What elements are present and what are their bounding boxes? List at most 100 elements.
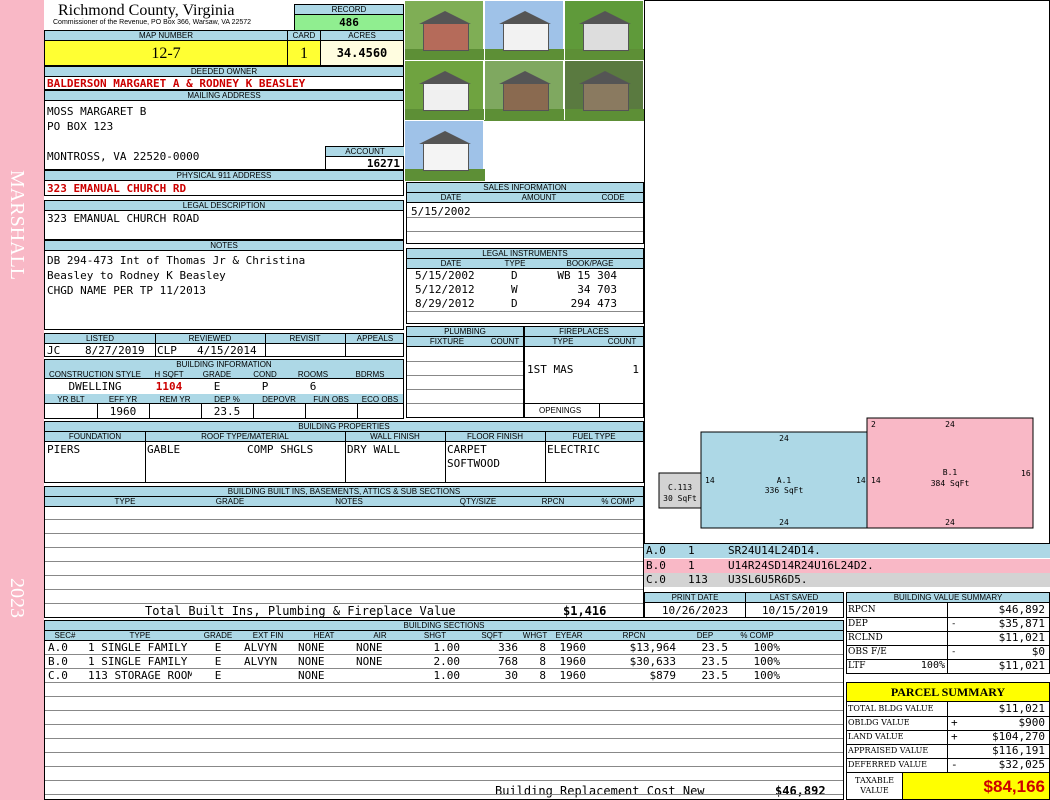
section-cell: $879 bbox=[649, 669, 677, 682]
sketch-b-name: B.1 bbox=[943, 468, 958, 477]
li-col-date: DATE bbox=[440, 259, 462, 268]
prop-col-fuel: FUEL TYPE bbox=[572, 432, 616, 441]
photo-roof bbox=[579, 71, 631, 84]
photo-roof bbox=[419, 71, 471, 84]
map-number-row: MAP NUMBER 12-7 CARD 1 ACRES 34.4560 bbox=[44, 30, 404, 66]
fireplaces-label: FIREPLACES bbox=[525, 327, 643, 337]
sketch-code-num: 1 bbox=[688, 544, 695, 557]
photo bbox=[484, 60, 565, 121]
parcel-divider bbox=[947, 744, 948, 758]
properties-label: BUILDING PROPERTIES bbox=[45, 422, 643, 432]
section-cell: 100% bbox=[753, 669, 781, 682]
section-cell: 23.5 bbox=[701, 641, 729, 654]
bi-col-type: TYPE bbox=[114, 497, 136, 506]
li-type: D bbox=[511, 269, 518, 282]
sketch-c-area: 30 SqFt bbox=[663, 494, 697, 503]
section-cell: 768 bbox=[498, 655, 518, 668]
sketch-area: C.113 30 SqFt A.1 336 SqFt 24 24 14 14 B… bbox=[644, 0, 1050, 544]
section-cell: 8 bbox=[539, 669, 546, 682]
sec-col-0: SEC# bbox=[54, 631, 76, 640]
sec-col-2: GRADE bbox=[203, 631, 233, 640]
section-cell: $13,964 bbox=[629, 641, 676, 654]
bi-header2-2: REM YR bbox=[159, 395, 191, 404]
fireplace-count: 1 bbox=[632, 363, 639, 376]
bi-header-4: ROOMS bbox=[297, 370, 329, 379]
parcel-value: $104,270 bbox=[992, 730, 1045, 743]
mailing-line-1: MOSS MARGARET B bbox=[47, 105, 147, 118]
section-cell: ALVYN bbox=[244, 655, 278, 668]
vs-divider bbox=[947, 645, 948, 659]
parcel-row: LAND VALUE + $104,270 bbox=[847, 730, 1049, 745]
sketch-a-right: 14 bbox=[856, 476, 866, 485]
section-cell: 30 bbox=[504, 669, 518, 682]
section-cell: NONE bbox=[298, 669, 325, 682]
roof-type-value: GABLE bbox=[147, 443, 181, 456]
physical-address-box: PHYSICAL 911 ADDRESS 323 EMANUAL CHURCH … bbox=[44, 170, 404, 196]
sketch-code-row: A.0 1 SR24U14L24D14. bbox=[644, 544, 1050, 558]
district-name: MARSHALL bbox=[6, 170, 28, 281]
sketch-code-num: 113 bbox=[688, 573, 708, 586]
sec-col-11: DEP bbox=[696, 631, 714, 640]
photo-house-body bbox=[503, 23, 549, 51]
vs-label: DEP bbox=[848, 619, 868, 629]
legal-description-box: LEGAL DESCRIPTION 323 EMANUAL CHURCH ROA… bbox=[44, 200, 404, 240]
value-summary-row: DEP - $35,871 bbox=[847, 617, 1049, 632]
li-bookpage: 294 473 bbox=[570, 297, 617, 310]
map-number-label: MAP NUMBER bbox=[45, 31, 287, 41]
taxable-value: $84,166 bbox=[903, 772, 1049, 799]
section-cell: 8 bbox=[539, 655, 546, 668]
parcel-row: DEFERRED VALUE - $32,025 bbox=[847, 758, 1049, 773]
photo bbox=[564, 60, 645, 121]
map-number: 12-7 bbox=[45, 41, 287, 65]
photo bbox=[404, 60, 485, 121]
sales-label: SALES INFORMATION bbox=[407, 183, 643, 193]
plumbing-col-count: COUNT bbox=[490, 337, 520, 346]
notes-line-3: CHGD NAME PER TP 11/2013 bbox=[47, 284, 206, 297]
section-cell: 100% bbox=[753, 655, 781, 668]
section-cell: B.0 bbox=[48, 655, 68, 668]
floor-finish-1: CARPET bbox=[447, 443, 487, 456]
appeals-label: APPEALS bbox=[356, 334, 394, 343]
vs-value: $11,021 bbox=[998, 659, 1045, 672]
sales-col-date: DATE bbox=[440, 193, 462, 202]
fireplace-col-count: COUNT bbox=[607, 337, 637, 346]
card-label: CARD bbox=[288, 31, 320, 41]
bi-header2-6: ECO OBS bbox=[361, 395, 399, 404]
physical-label: PHYSICAL 911 ADDRESS bbox=[45, 171, 403, 181]
section-cell: 1 SINGLE FAMILY bbox=[88, 655, 188, 668]
section-cell: 1960 bbox=[559, 669, 587, 682]
section-cell: NONE bbox=[298, 641, 325, 654]
sec-col-6: SHGT bbox=[423, 631, 447, 640]
fuel-type-value: ELECTRIC bbox=[547, 443, 600, 456]
bi-divider bbox=[357, 404, 358, 418]
section-cell: A.0 bbox=[48, 641, 68, 654]
section-cell: 8 bbox=[539, 641, 546, 654]
sales-col-amount: AMOUNT bbox=[521, 193, 557, 202]
bi-divider bbox=[97, 404, 98, 418]
section-cell: E bbox=[214, 655, 222, 668]
bi-header2-4: DEPOVR bbox=[262, 395, 296, 404]
sketch-b-area: 384 SqFt bbox=[931, 479, 970, 488]
sketch-a-left: 14 bbox=[705, 476, 715, 485]
vs-label: LTF bbox=[848, 661, 866, 671]
photo-roof bbox=[419, 131, 471, 144]
sketch-code-path: U3SL6U5R6D5. bbox=[728, 573, 808, 586]
vs-value: $11,021 bbox=[998, 631, 1045, 644]
photo-roof bbox=[499, 11, 551, 24]
sec-col-12: % COMP bbox=[740, 631, 774, 640]
district-sidebar: MARSHALL 2023 bbox=[0, 0, 44, 800]
sketch-code-sec: C.0 bbox=[646, 573, 666, 586]
review-row: LISTED REVIEWED REVISIT APPEALS JC 8/27/… bbox=[44, 333, 404, 357]
photo-roof bbox=[579, 11, 631, 24]
sketch-code-num: 1 bbox=[688, 558, 695, 572]
building-sections: BUILDING SECTIONS SEC# TYPE GRADE EXT FIN HE… bbox=[44, 620, 844, 800]
section-cell: 336 bbox=[498, 641, 518, 654]
li-bookpage: WB 15 304 bbox=[557, 269, 617, 282]
listed-date: 8/27/2019 bbox=[85, 344, 145, 357]
sales-information: SALES INFORMATION DATE AMOUNT CODE 5/15/… bbox=[406, 182, 644, 244]
replacement-label: Building Replacement Cost New bbox=[495, 784, 705, 798]
photo-house-body bbox=[423, 83, 469, 111]
card-number: 1 bbox=[288, 41, 320, 65]
parcel-value: $900 bbox=[1018, 716, 1046, 729]
photo-house-body bbox=[503, 83, 549, 111]
